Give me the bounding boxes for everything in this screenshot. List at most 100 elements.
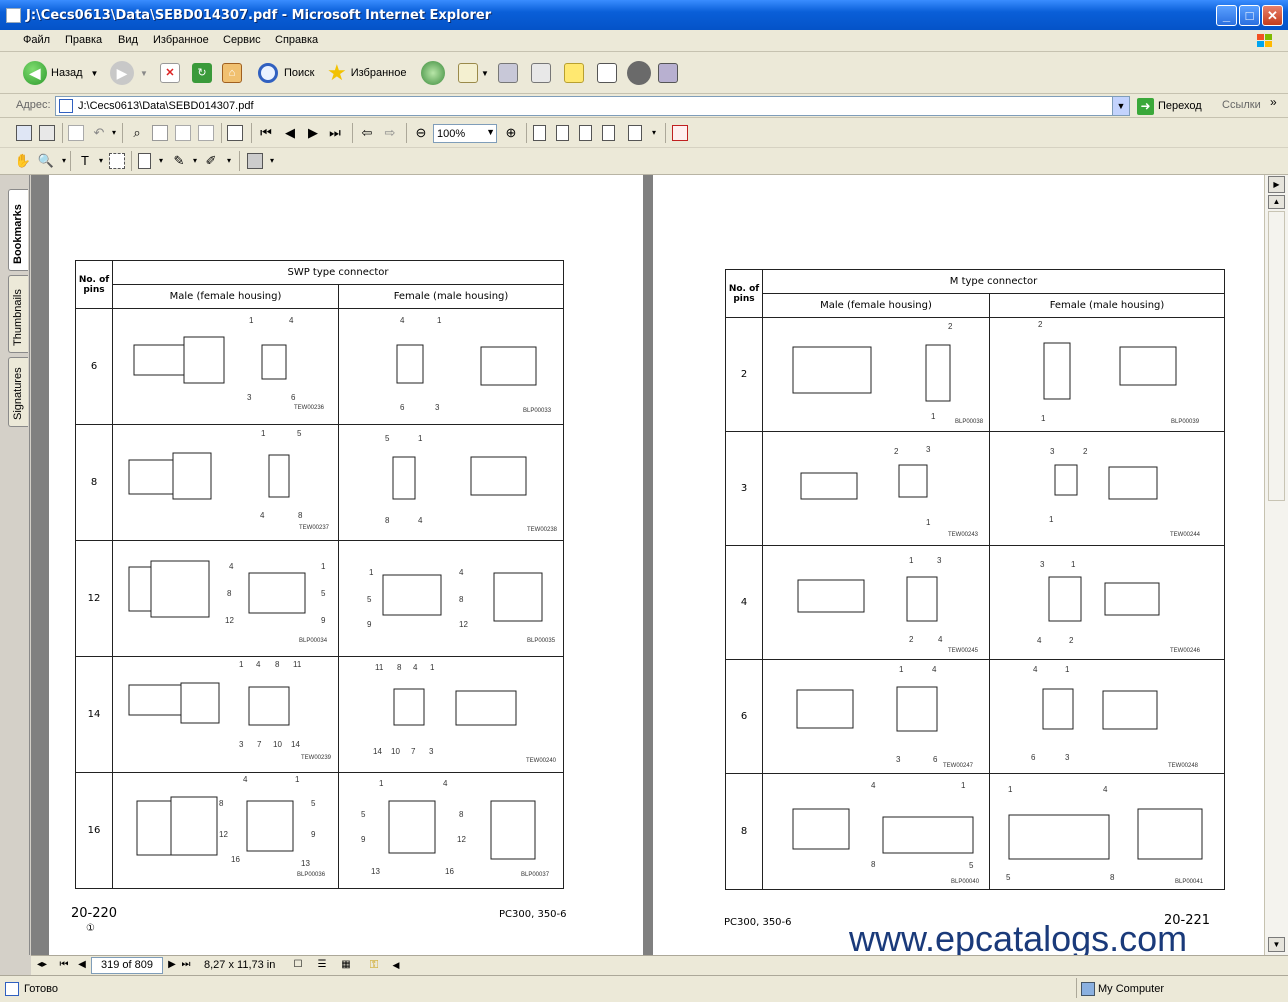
actual-size-icon[interactable]: [533, 125, 546, 141]
zoom-in-icon[interactable]: ⊕: [502, 125, 520, 141]
back-button[interactable]: ◀ Назад ▼: [23, 60, 98, 86]
chevron-down-icon[interactable]: ▼: [91, 69, 99, 78]
pin-label: 3: [1065, 753, 1070, 762]
next-view-icon[interactable]: ⇨: [381, 125, 399, 141]
pin-label: 6: [291, 393, 296, 402]
fit-visible-icon[interactable]: [602, 125, 615, 141]
note-icon[interactable]: [564, 63, 584, 83]
address-input[interactable]: J:\Cecs0613\Data\SEBD014307.pdf ▼: [55, 96, 1130, 116]
next-page-icon[interactable]: ▶: [304, 125, 322, 141]
acrobat-icon[interactable]: [672, 125, 688, 141]
chevron-down-icon[interactable]: ▼: [486, 127, 495, 137]
previous-page-icon[interactable]: ◀: [73, 957, 91, 973]
home-icon[interactable]: ⌂: [222, 63, 242, 83]
maximize-button[interactable]: □: [1239, 5, 1260, 26]
stop-icon[interactable]: ✕: [160, 63, 180, 83]
chevron-down-icon[interactable]: ▾: [105, 125, 123, 141]
snapshot-icon[interactable]: [109, 153, 125, 169]
chevron-down-icon[interactable]: ▼: [481, 69, 489, 78]
diagram-code: TEW00240: [526, 758, 557, 764]
chevron-more-icon[interactable]: »: [1270, 95, 1277, 109]
vertical-scrollbar[interactable]: ▶ ▲ ▼: [1264, 175, 1288, 955]
find-icon[interactable]: ⌕: [128, 125, 146, 141]
chevron-down-icon[interactable]: ▾: [263, 153, 281, 169]
previous-view-icon[interactable]: ⇦: [358, 125, 376, 141]
forward-view-icon[interactable]: [198, 125, 214, 141]
back-view-icon[interactable]: [175, 125, 191, 141]
diagram-code: TEW00248: [1168, 763, 1199, 769]
media-icon[interactable]: [658, 63, 678, 83]
last-page-icon[interactable]: ⏭: [326, 125, 344, 141]
menu-view[interactable]: Вид: [118, 34, 138, 46]
pin-label: 5: [385, 434, 390, 443]
minimize-button[interactable]: _: [1216, 5, 1237, 26]
last-page-icon[interactable]: ⏭: [177, 957, 195, 973]
hand-tool-icon[interactable]: ✋: [14, 153, 32, 169]
pin-label: 4: [243, 775, 248, 784]
print-icon[interactable]: [39, 125, 55, 141]
tab-bookmarks[interactable]: Bookmarks: [8, 189, 28, 271]
address-dropdown-icon[interactable]: ▼: [1112, 97, 1129, 115]
rotate-icon[interactable]: [628, 125, 642, 141]
tab-signatures[interactable]: Signatures: [8, 357, 28, 427]
messenger-icon[interactable]: [597, 63, 617, 83]
chevron-down-icon[interactable]: ▾: [220, 153, 238, 169]
scroll-down-arrow-icon[interactable]: ▼: [1268, 937, 1285, 952]
menu-tools[interactable]: Сервис: [223, 34, 261, 46]
document-view[interactable]: No. of pins SWP type connector Male (fem…: [31, 175, 1264, 955]
facing-icon[interactable]: ▦: [337, 957, 355, 973]
zoom-tool-icon[interactable]: 🔍: [37, 153, 55, 169]
highlight-icon[interactable]: ✐: [202, 153, 220, 169]
fit-page-icon[interactable]: [556, 125, 569, 141]
continuous-icon[interactable]: ☰: [313, 957, 331, 973]
close-button[interactable]: ✕: [1262, 5, 1283, 26]
first-page-icon[interactable]: ⏮: [257, 125, 275, 141]
history-icon[interactable]: [421, 61, 445, 85]
menu-edit[interactable]: Правка: [65, 34, 102, 46]
favorites-button[interactable]: ★ Избранное: [327, 60, 406, 86]
go-button[interactable]: ➜ Переход: [1137, 97, 1202, 115]
print-icon[interactable]: [498, 63, 518, 83]
search-button[interactable]: Поиск: [258, 60, 314, 86]
mail-icon[interactable]: [458, 63, 478, 83]
chevron-down-icon[interactable]: ▼: [140, 69, 148, 78]
page-indicator[interactable]: 319 of 809: [91, 957, 163, 974]
pin-label: 3: [926, 445, 931, 454]
search-icon[interactable]: [152, 125, 168, 141]
comment-icon[interactable]: [138, 153, 151, 169]
single-page-icon[interactable]: ☐: [289, 957, 307, 973]
research-icon[interactable]: [627, 61, 651, 85]
menu-favorites[interactable]: Избранное: [153, 34, 209, 46]
navigation-pane-icon[interactable]: [227, 125, 243, 141]
pin-label: 2: [909, 635, 914, 644]
chevron-down-icon[interactable]: ▾: [645, 125, 663, 141]
zoom-select[interactable]: 100% ▼: [433, 124, 497, 143]
chevron-down-icon[interactable]: ▾: [152, 153, 170, 169]
menu-file[interactable]: Файл: [23, 34, 50, 46]
save-icon[interactable]: [16, 125, 32, 141]
fit-width-icon[interactable]: [579, 125, 592, 141]
pin-label: 5: [361, 810, 366, 819]
scroll-left-arrow-icon[interactable]: ◀: [387, 957, 405, 973]
pin-label: 4: [1037, 636, 1042, 645]
scroll-right-arrow-icon[interactable]: ▶: [1268, 176, 1285, 193]
copy-icon[interactable]: [68, 125, 84, 141]
refresh-icon[interactable]: ↻: [192, 63, 212, 83]
zoom-out-icon[interactable]: ⊖: [412, 125, 430, 141]
search-icon: [258, 63, 278, 83]
tab-thumbnails[interactable]: Thumbnails: [8, 275, 28, 353]
edit-icon[interactable]: [531, 63, 551, 83]
previous-page-icon[interactable]: ◀: [281, 125, 299, 141]
first-page-icon[interactable]: ⏮: [55, 957, 73, 973]
pin-label: 1: [1049, 515, 1054, 524]
menu-help[interactable]: Справка: [275, 34, 318, 46]
pin-label: 8: [397, 663, 402, 672]
split-view-icon[interactable]: ◂▸: [33, 957, 51, 973]
forward-button[interactable]: ▶ ▼: [110, 60, 148, 86]
stamp-icon[interactable]: [247, 153, 263, 169]
scroll-up-arrow-icon[interactable]: ▲: [1268, 195, 1285, 209]
links-label[interactable]: Ссылки: [1222, 99, 1261, 111]
address-bar: Адрес: J:\Cecs0613\Data\SEBD014307.pdf ▼…: [0, 94, 1288, 118]
chevron-down-icon[interactable]: ▾: [92, 153, 110, 169]
scroll-thumb[interactable]: [1268, 211, 1285, 501]
